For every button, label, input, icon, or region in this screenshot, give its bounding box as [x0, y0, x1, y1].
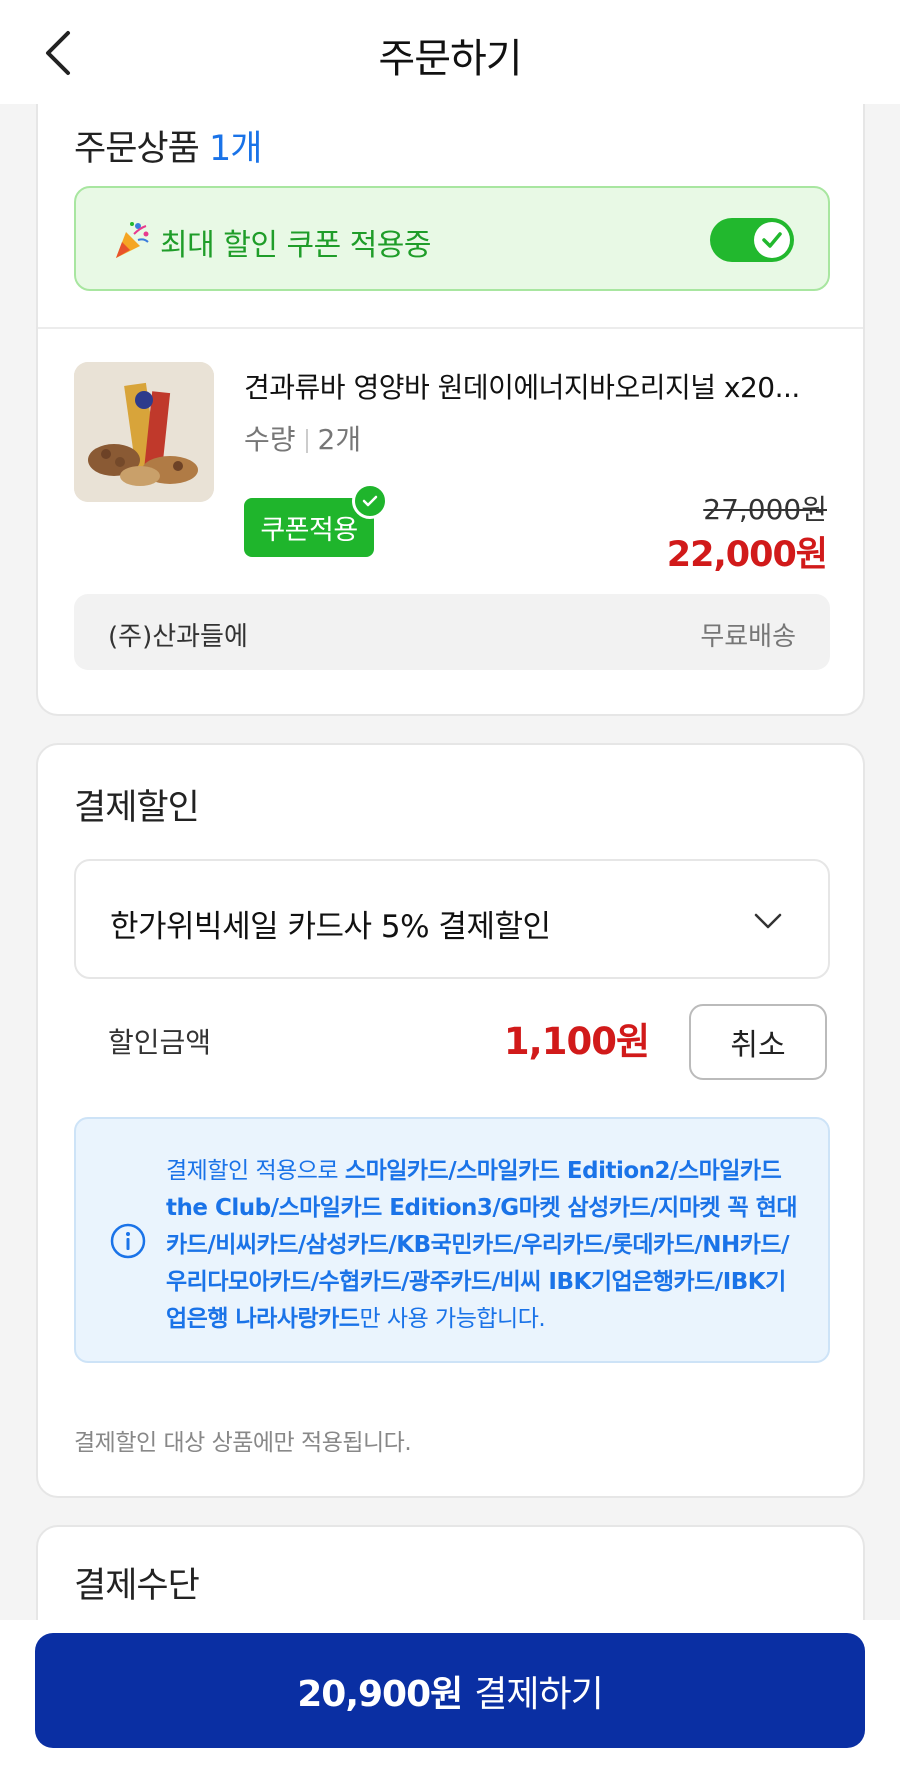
pay-button[interactable]: 20,900원 결제하기 — [35, 1633, 865, 1748]
cancel-button[interactable]: 취소 — [689, 1004, 827, 1080]
payment-discount-card: 결제할인 한가위빅세일 카드사 5% 결제할인 할인금액 1,100원 취소 결… — [36, 743, 865, 1498]
order-products-card: 주문상품 1개 최대 할인 쿠폰 적용중 견과류바 영양바 원데이에너지바오리지… — [36, 90, 865, 716]
check-icon — [362, 495, 378, 507]
qty-label: 수량 — [244, 423, 296, 456]
discount-amount-label: 할인금액 — [108, 1026, 212, 1059]
bottom-pay-bar: 20,900원 결제하기 — [0, 1620, 900, 1765]
payment-discount-title: 결제할인 — [74, 788, 200, 828]
discount-info-box: 결제할인 적용으로 스마일카드/스마일카드 Edition2/스마일카드 the… — [74, 1117, 830, 1363]
order-section-title: 주문상품 1개 — [74, 120, 262, 171]
order-count: 1개 — [208, 129, 262, 169]
discount-info-text: 결제할인 적용으로 스마일카드/스마일카드 Edition2/스마일카드 the… — [166, 1153, 806, 1338]
badge-check-icon — [352, 483, 388, 519]
discount-select-value: 한가위빅세일 카드사 5% 결제할인 — [110, 909, 551, 945]
toggle-knob — [754, 222, 790, 258]
app-header: 주문하기 — [0, 0, 900, 104]
product-name[interactable]: 견과류바 영양바 원데이에너지바오리지널 x20... — [244, 366, 814, 406]
order-title-label: 주문상품 — [74, 129, 200, 169]
page-title: 주문하기 — [378, 36, 522, 82]
qty-separator — [305, 429, 308, 453]
coupon-banner: 최대 할인 쿠폰 적용중 — [74, 186, 830, 291]
discount-select[interactable]: 한가위빅세일 카드사 5% 결제할인 — [74, 859, 830, 979]
info-suffix: 만 사용 가능합니다. — [359, 1306, 546, 1332]
info-prefix: 결제할인 적용으로 — [166, 1158, 345, 1184]
chevron-down-icon — [754, 913, 782, 929]
sale-price: 22,000원 — [666, 535, 828, 575]
party-popper-icon — [116, 222, 149, 258]
seller-name: (주)산과들에 — [108, 622, 248, 652]
check-icon — [762, 232, 782, 248]
product-quantity: 수량 2개 — [244, 418, 361, 458]
payment-method-title: 결제수단 — [74, 1566, 200, 1606]
qty-value: 2개 — [317, 423, 362, 456]
product-thumbnail — [74, 362, 214, 502]
pay-amount: 20,900원 — [297, 1673, 463, 1715]
coupon-banner-text: 최대 할인 쿠폰 적용중 — [160, 228, 432, 263]
original-price: 27,000원 — [703, 493, 827, 526]
discount-amount: 1,100원 — [503, 1020, 650, 1063]
shipping-info: 무료배송 — [700, 622, 796, 652]
coupon-toggle[interactable] — [710, 218, 794, 262]
discount-note: 결제할인 대상 상품에만 적용됩니다. — [74, 1430, 412, 1456]
seller-bar: (주)산과들에 무료배송 — [74, 594, 830, 670]
product-image[interactable] — [74, 362, 214, 502]
info-icon — [110, 1223, 146, 1259]
divider — [38, 327, 863, 329]
pay-label: 결제하기 — [474, 1673, 603, 1715]
